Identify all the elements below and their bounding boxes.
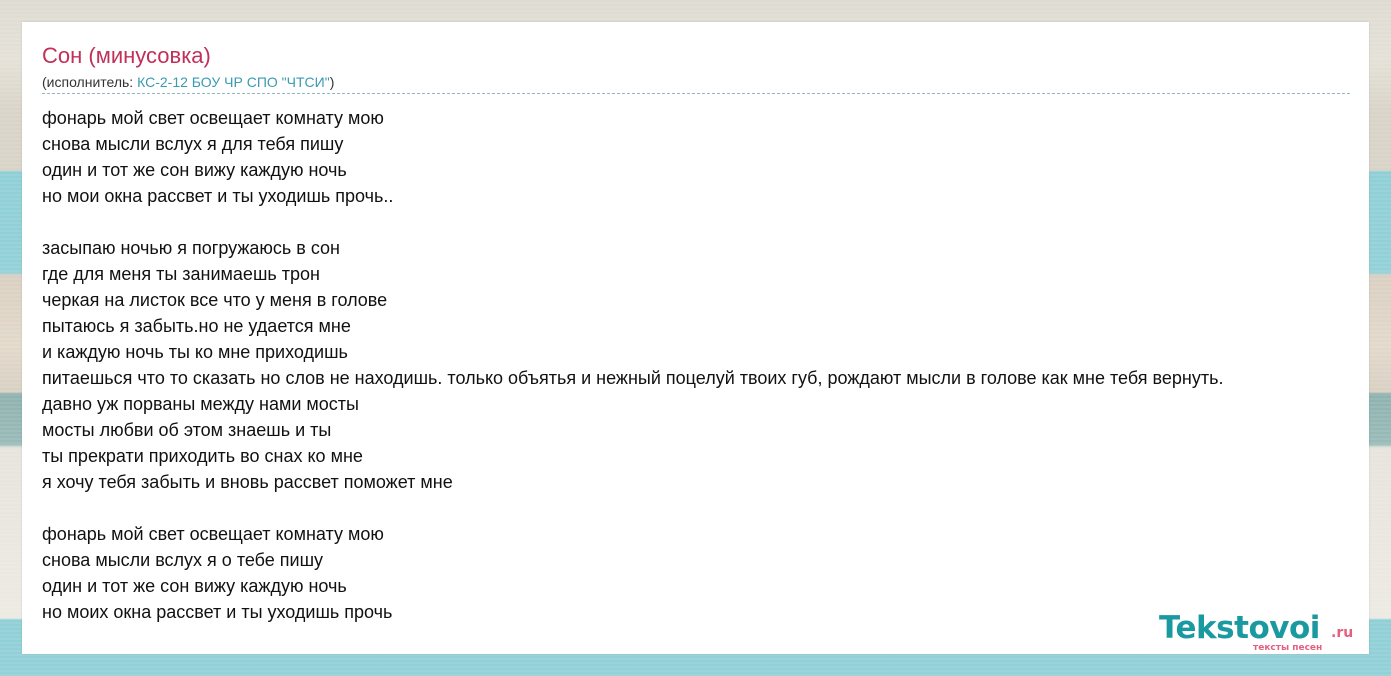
lyric-line: давно уж порваны между нами мосты	[42, 394, 359, 414]
artist-link[interactable]: КС-2-12 БОУ ЧР СПО "ЧТСИ"	[137, 74, 330, 90]
site-logo[interactable]: Tekstovoi .ru тексты песен	[1159, 610, 1369, 654]
lyric-line: я хочу тебя забыть и вновь рассвет помож…	[42, 472, 453, 492]
lyric-line	[42, 495, 1372, 521]
lyric-line: один и тот же сон вижу каждую ночь	[42, 160, 347, 180]
lyric-line: фонарь мой свет освещает комнату мою	[42, 108, 384, 128]
lyric-line: снова мысли вслух я о тебе пишу	[42, 550, 324, 570]
artist-line: (исполнитель: КС-2-12 БОУ ЧР СПО "ЧТСИ")	[42, 73, 334, 91]
lyric-line: фонарь мой свет освещает комнату мою	[42, 524, 384, 544]
title-divider	[42, 93, 1350, 94]
lyric-line: ты прекрати приходить во снах ко мне	[42, 446, 363, 466]
artist-prefix: (исполнитель:	[42, 74, 138, 90]
lyric-line: но мои окна рассвет и ты уходишь прочь..	[42, 186, 394, 206]
lyric-line: засыпаю ночью я погружаюсь в сон	[42, 238, 341, 258]
lyric-line: снова мысли вслух я для тебя пишу	[42, 134, 344, 154]
lyric-line	[42, 209, 1372, 235]
lyric-line: питаешься что то сказать но слов не нахо…	[42, 368, 1224, 388]
lyric-line: и каждую ночь ты ко мне приходишь	[42, 342, 348, 362]
song-title: Сон (минусовка)	[42, 43, 211, 68]
logo-tagline: тексты песен	[1253, 643, 1323, 653]
lyric-line: черкая на листок все что у меня в голове	[42, 290, 388, 310]
lyric-line: один и тот же сон вижу каждую ночь	[42, 576, 347, 596]
lyric-line: мосты любви об этом знаешь и ты	[42, 420, 332, 440]
artist-suffix: )	[329, 74, 335, 90]
lyric-line: пытаюсь я забыть.но не удается мне	[42, 316, 351, 336]
lyrics-card: Сон (минусовка) (исполнитель: КС-2-12 БО…	[22, 22, 1369, 654]
logo-domain: .ru	[1331, 625, 1354, 641]
logo-wordmark: Tekstovoi	[1159, 610, 1320, 646]
lyrics-text: фонарь мой свет освещает комнату мою снов…	[42, 105, 1372, 625]
lyric-line: где для меня ты занимаешь трон	[42, 264, 320, 284]
